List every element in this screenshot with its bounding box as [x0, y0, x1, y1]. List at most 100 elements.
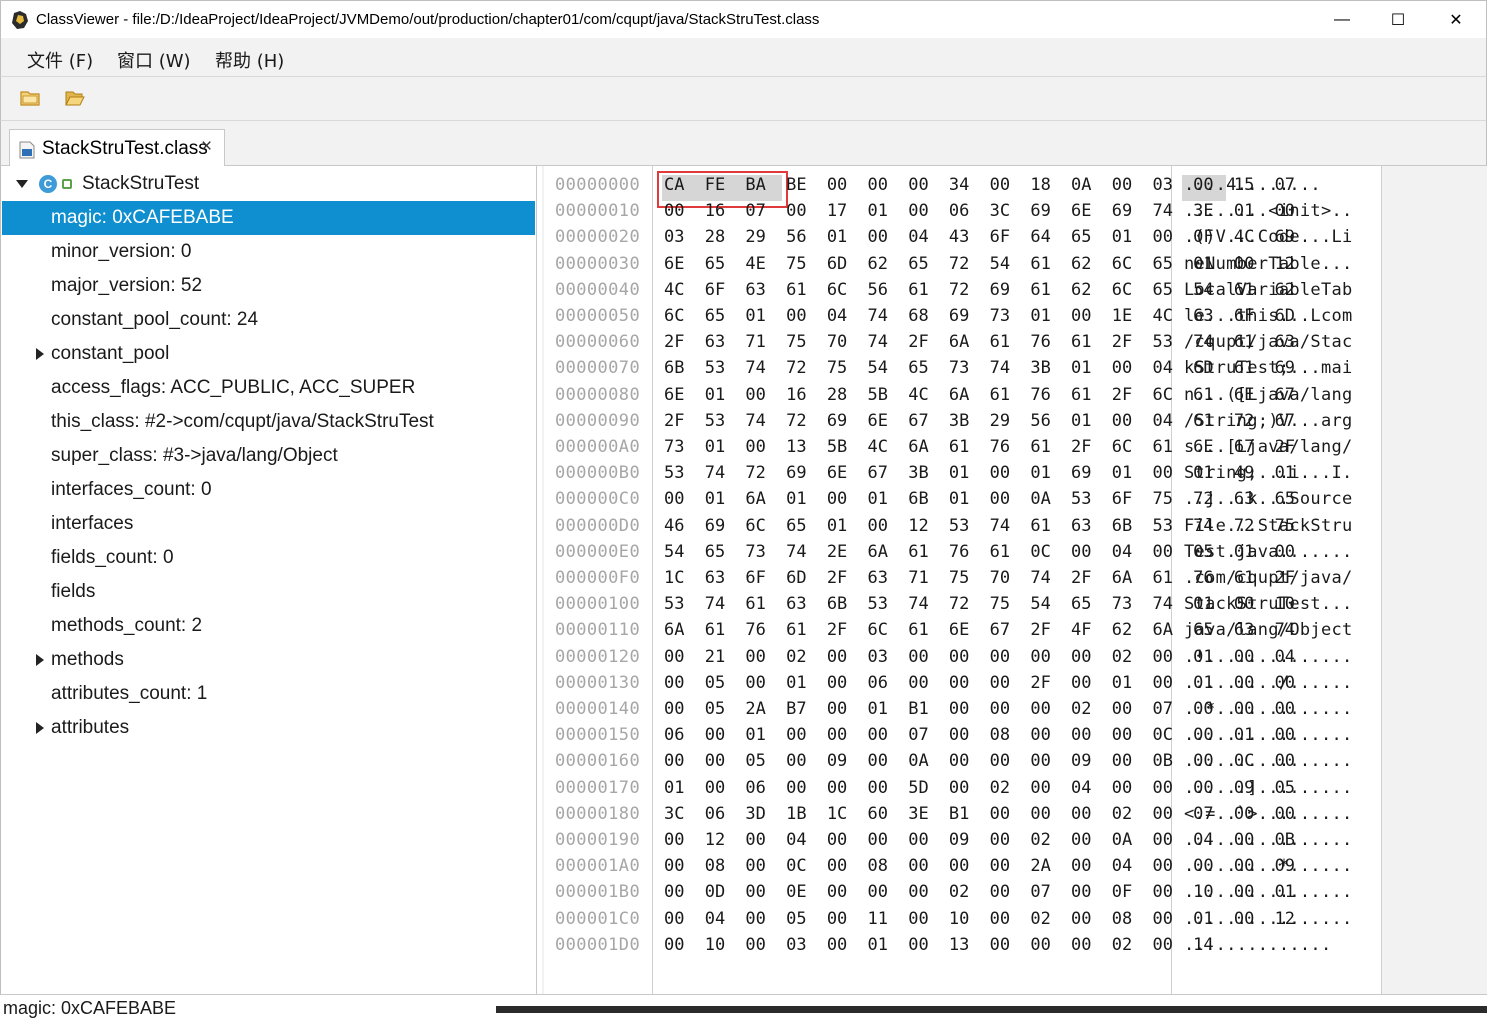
menu-window[interactable]: 窗口 (W) [117, 47, 191, 73]
hex-offset: 000001B0 [555, 882, 641, 903]
hex-offset: 00000050 [555, 306, 641, 326]
hex-offset: 00000090 [555, 410, 641, 431]
menu-bar: 文件 (F) 窗口 (W) 帮助 (H) [0, 38, 1487, 76]
hex-ascii[interactable]: ......]......... [1184, 778, 1353, 798]
tree-item-label: constant_pool_count: 24 [51, 309, 259, 330]
hex-offset: 00000060 [555, 332, 641, 353]
tree-item-label: access_flags: ACC_PUBLIC, ACC_SUPER [51, 377, 416, 398]
hex-ascii[interactable]: ........./...... [1184, 673, 1353, 693]
tree-item-major-version[interactable]: major_version: 52 [2, 269, 535, 303]
hex-bytes[interactable]: 00 10 00 03 00 01 00 13 00 00 00 02 00 1… [664, 935, 1214, 955]
hex-offset: 000000B0 [555, 463, 641, 484]
hex-ascii[interactable]: /cqupt/java/Stac [1184, 332, 1353, 352]
hex-offset: 00000150 [555, 725, 641, 746]
hex-ascii[interactable]: neNumberTable... [1184, 254, 1353, 274]
menu-help[interactable]: 帮助 (H) [215, 47, 284, 73]
hex-ascii[interactable]: ................ [1184, 751, 1353, 771]
hex-ascii[interactable]: ................ [1184, 909, 1353, 929]
tree-item-label: super_class: #3->java/lang/Object [51, 445, 338, 466]
tree-item-fields-count[interactable]: fields_count: 0 [2, 541, 535, 575]
tab-stackstrutest-class[interactable]: StackStruTest.class × [9, 129, 225, 167]
tree-item-methods-count[interactable]: methods_count: 2 [2, 609, 535, 643]
hex-ascii[interactable]: .!.............. [1184, 647, 1353, 667]
tree-item-attributes[interactable]: attributes [2, 711, 535, 745]
hex-ascii[interactable]: n...([Ljava/lang [1184, 385, 1353, 405]
tree-item-interfaces-count[interactable]: interfaces_count: 0 [2, 473, 535, 507]
tree-item-super-class[interactable]: super_class: #3->java/lang/Object [2, 439, 535, 473]
hex-ascii[interactable]: ....4........ [1184, 175, 1321, 195]
app-icon [12, 11, 28, 29]
tree-root-label: StackStruTest [82, 173, 200, 194]
hex-ascii[interactable]: Test.java....... [1184, 542, 1353, 562]
hex-ascii[interactable]: <.=..`>......... [1184, 804, 1353, 824]
class-file-icon [19, 141, 35, 159]
tab-label: StackStruTest.class [42, 138, 208, 159]
tree-item-attributes-count[interactable]: attributes_count: 1 [2, 677, 535, 711]
hex-ascii[interactable]: ..j...k...Source [1184, 489, 1353, 509]
hex-ascii[interactable]: ................ [1184, 882, 1353, 902]
hex-offset: 00000180 [555, 803, 641, 824]
hex-ascii[interactable]: kStruTest;...mai [1184, 358, 1353, 378]
hex-offset: 00000030 [555, 253, 641, 274]
hex-ascii[interactable]: File...StackStru [1184, 516, 1353, 536]
tree-item-access-flags[interactable]: access_flags: ACC_PUBLIC, ACC_SUPER [2, 371, 535, 405]
open-folder-button[interactable] [64, 87, 86, 109]
hex-ascii[interactable]: java/lang/Object [1184, 620, 1353, 640]
hex-ascii[interactable]: LocalVariableTab [1184, 280, 1353, 300]
tree-item-methods[interactable]: methods [2, 643, 535, 677]
tree-item-interfaces[interactable]: interfaces [2, 507, 535, 541]
tree-item-constant-pool[interactable]: constant_pool [2, 337, 535, 371]
hex-ascii[interactable]: ................ [1184, 830, 1353, 850]
minimize-icon: — [1334, 11, 1350, 28]
menu-file[interactable]: 文件 (F) [27, 47, 93, 73]
tree-item-minor-version[interactable]: minor_version: 0 [2, 235, 535, 269]
tree-item-label: interfaces [51, 513, 134, 534]
hex-offset: 00000080 [555, 384, 641, 405]
horizontal-scrollbar[interactable] [496, 1006, 1487, 1013]
expand-arrow-icon[interactable] [36, 722, 44, 734]
tree-item-fields[interactable]: fields [2, 575, 535, 609]
maximize-button[interactable]: ☐ [1375, 1, 1421, 39]
expand-arrow-icon[interactable] [36, 654, 44, 666]
close-button[interactable]: ✕ [1433, 1, 1479, 39]
hex-ascii[interactable]: /String;)V...arg [1184, 411, 1353, 431]
window-title: ClassViewer - file:/D:/IdeaProject/IdeaP… [36, 11, 820, 28]
hex-ascii[interactable]: .........*...... [1184, 856, 1353, 876]
hex-ascii[interactable]: ................ [1184, 725, 1353, 745]
hex-viewer[interactable]: 00000000 CA FE BA BE 00 00 00 34 00 18 0A… [542, 166, 1487, 994]
expand-arrow-icon[interactable] [36, 348, 44, 360]
hex-offset: 00000190 [555, 830, 641, 850]
hex-ascii[interactable]: .()V...Code...Li [1184, 227, 1353, 247]
hex-offset: 000001C0 [555, 908, 641, 929]
tree-item-constant-pool-count[interactable]: constant_pool_count: 24 [2, 303, 535, 337]
hex-offset: 00000120 [555, 646, 641, 667]
hex-ascii[interactable]: StackStruTest... [1184, 594, 1353, 614]
hex-ascii[interactable]: .............. [1184, 935, 1332, 955]
hex-offset: 00000020 [555, 227, 641, 248]
tree-item-label: magic: 0xCAFEBABE [51, 207, 234, 228]
hex-offset: 00000070 [555, 358, 641, 379]
class-icon: C [39, 175, 57, 193]
hex-ascii[interactable]: String;...i...I. [1184, 463, 1353, 483]
hex-ascii[interactable]: le...this...Lcom [1184, 306, 1353, 326]
tree-item-this-class[interactable]: this_class: #2->com/cqupt/java/StackStru… [2, 405, 535, 439]
hex-dump-area[interactable]: 00000000 CA FE BA BE 00 00 00 34 00 18 0A… [544, 166, 1382, 994]
minimize-button[interactable]: — [1319, 1, 1365, 39]
tree-item-label: this_class: #2->com/cqupt/java/StackStru… [51, 411, 434, 432]
hex-ascii[interactable]: ........<init>.. [1184, 201, 1353, 221]
tree-item-magic[interactable]: magic: 0xCAFEBABE [2, 201, 535, 235]
open-file-button[interactable] [19, 87, 41, 109]
tree-item-label: constant_pool [51, 343, 170, 364]
tree-root[interactable]: C StackStruTest [2, 167, 535, 201]
close-icon: ✕ [1449, 12, 1463, 29]
hex-ascii[interactable]: ..*............. [1184, 699, 1353, 719]
status-text: magic: 0xCAFEBABE [3, 998, 177, 1018]
tab-close-icon[interactable]: × [201, 136, 212, 158]
tree-item-label: fields [51, 581, 96, 602]
hex-offset: 00000140 [555, 699, 641, 719]
hex-ascii[interactable]: .com/cqupt/java/ [1184, 568, 1353, 588]
title-bar: ClassViewer - file:/D:/IdeaProject/IdeaP… [0, 0, 1487, 38]
hex-offset: 00000130 [555, 672, 641, 693]
hex-ascii[interactable]: s...[Ljava/lang/ [1184, 437, 1353, 457]
expand-arrow-icon[interactable] [16, 180, 28, 188]
